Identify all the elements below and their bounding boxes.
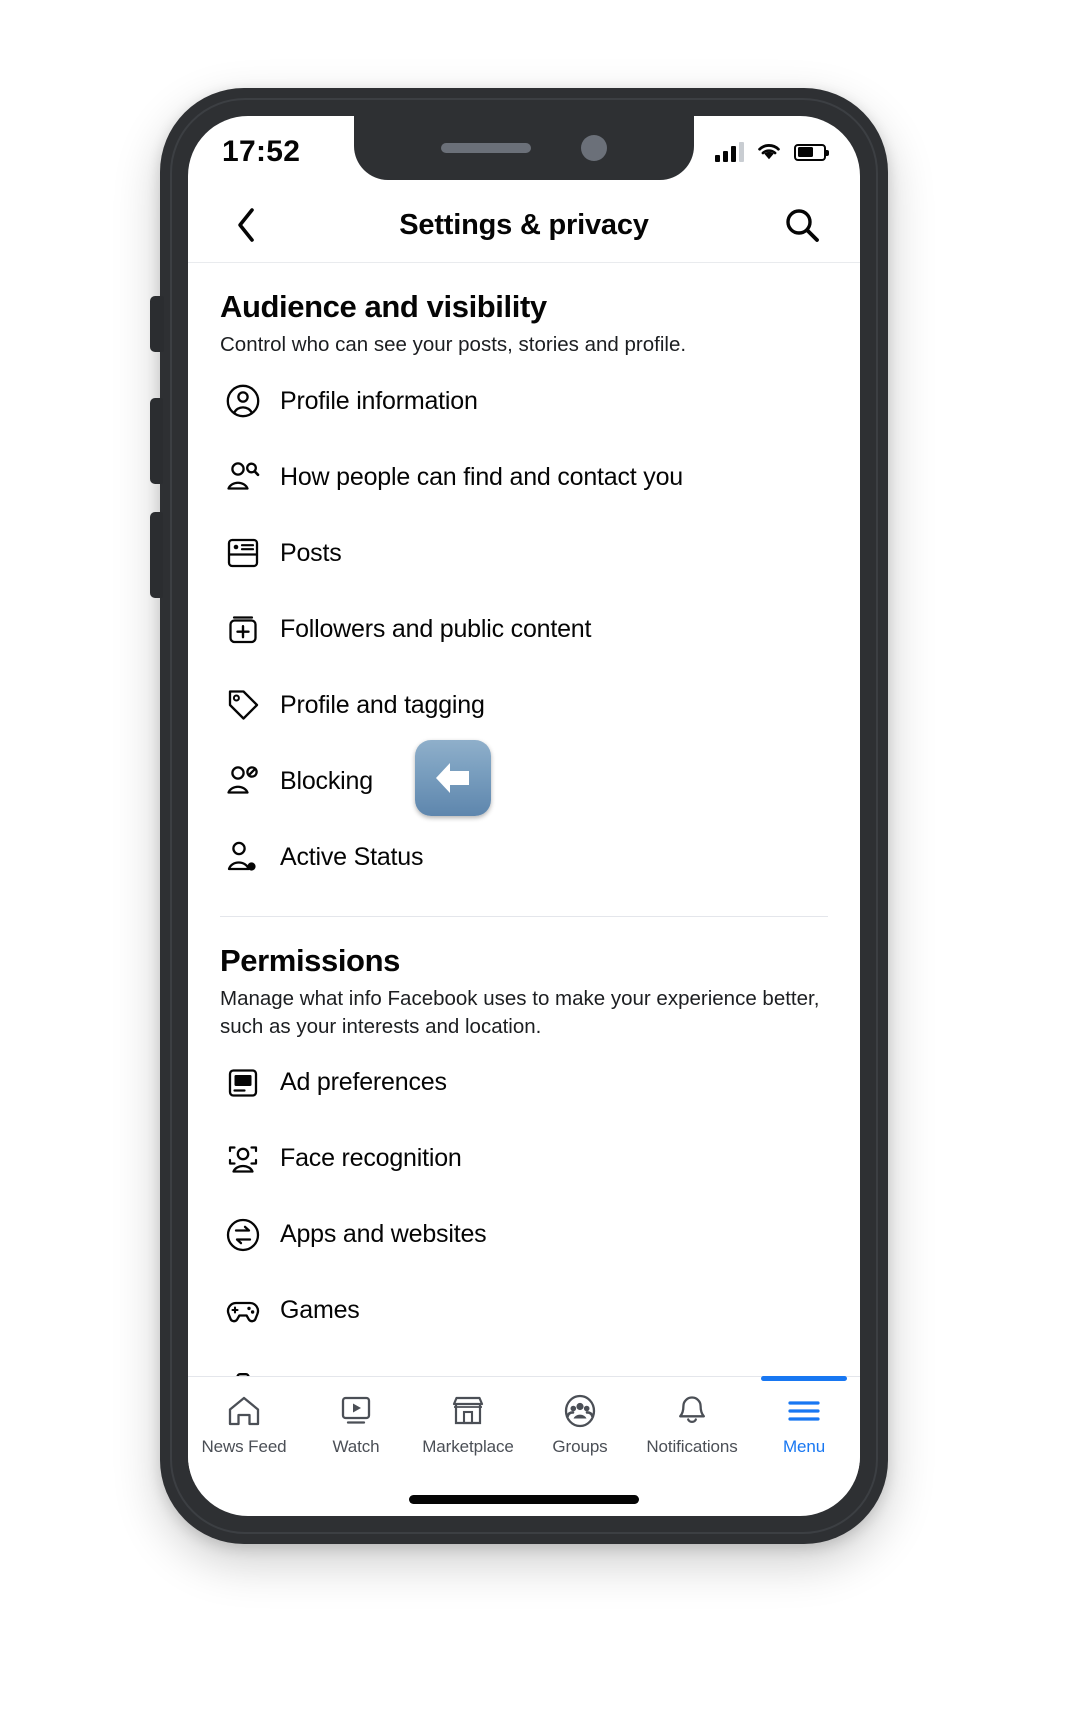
nav-item-menu[interactable]: Menu <box>748 1376 860 1457</box>
settings-list[interactable]: Audience and visibility Control who can … <box>188 263 860 1378</box>
list-item-label: Followers and public content <box>280 614 592 643</box>
phone-screen: 17:52 Settings & privacy Audience and vi… <box>188 116 860 1516</box>
chevron-left-icon <box>238 208 254 242</box>
list-item-games[interactable]: Games <box>220 1278 828 1344</box>
storefront-icon <box>448 1389 488 1433</box>
person-block-icon <box>220 762 266 800</box>
silent-switch[interactable] <box>150 296 164 352</box>
list-item-business-integrations[interactable]: Business integrations <box>220 1354 828 1378</box>
notch <box>354 116 694 180</box>
list-item-label: Blocking <box>280 766 373 795</box>
nav-item-label: Menu <box>782 1437 826 1456</box>
profile-circle-icon <box>220 382 266 420</box>
wifi-icon <box>758 144 780 160</box>
page-title: Settings & privacy <box>399 208 649 241</box>
list-item-followers-and-public-content[interactable]: Followers and public content <box>220 596 828 662</box>
sync-circle-icon <box>220 1216 266 1254</box>
search-icon <box>786 209 819 242</box>
list-item-label: Profile and tagging <box>280 690 485 719</box>
left-arrow-cursor-badge <box>415 740 491 817</box>
phone-frame: 17:52 Settings & privacy Audience and vi… <box>150 88 888 1544</box>
list-item-active-status[interactable]: Active Status <box>220 824 828 890</box>
search-button[interactable] <box>774 197 830 253</box>
hamburger-menu-icon <box>784 1389 824 1433</box>
list-item-label: Ad preferences <box>280 1068 447 1097</box>
list-item-label: Active Status <box>280 842 424 871</box>
back-button[interactable] <box>218 197 274 253</box>
nav-item-marketplace[interactable]: Marketplace <box>412 1377 524 1457</box>
video-play-icon <box>336 1389 376 1433</box>
active-tab-indicator <box>761 1376 847 1381</box>
nav-item-watch[interactable]: Watch <box>300 1377 412 1457</box>
person-search-icon <box>220 458 266 496</box>
section-subtitle: Control who can see your posts, stories … <box>220 333 687 356</box>
section-title: Audience and visibility <box>220 289 547 324</box>
list-item-label: Posts <box>280 538 342 567</box>
list-item-label: Profile information <box>280 386 478 415</box>
nav-item-label: Watch <box>332 1437 380 1456</box>
status-time: 17:52 <box>222 135 301 168</box>
nav-item-label: Marketplace <box>422 1437 514 1456</box>
face-scan-icon <box>220 1140 266 1178</box>
cellular-signal-icon <box>715 142 744 162</box>
list-item-label: Games <box>280 1296 360 1325</box>
list-item-blocking[interactable]: Blocking <box>220 740 828 817</box>
list-item-face-recognition[interactable]: Face recognition <box>220 1126 828 1192</box>
arrow-left-icon <box>436 763 469 794</box>
gamepad-icon <box>220 1292 266 1330</box>
nav-item-label: Notifications <box>646 1437 738 1456</box>
section-header: Permissions Manage what info Facebook us… <box>220 917 828 1040</box>
section-audience-and-visibility: Audience and visibility Control who can … <box>188 263 860 890</box>
list-item-label: Apps and websites <box>280 1220 487 1249</box>
bell-icon <box>672 1389 712 1433</box>
list-item-ad-preferences[interactable]: Ad preferences <box>220 1050 828 1116</box>
person-active-status-icon <box>220 838 266 876</box>
section-title: Permissions <box>220 943 400 979</box>
list-item-profile-and-tagging[interactable]: Profile and tagging <box>220 672 828 738</box>
list-item-label: How people can find and contact you <box>280 462 683 491</box>
section-header: Audience and visibility Control who can … <box>220 263 828 358</box>
list-item-profile-information[interactable]: Profile information <box>220 368 828 434</box>
bottom-navigation-bar: News Feed Watch Marketplace Groups Notif… <box>188 1376 860 1482</box>
nav-item-label: Groups <box>552 1437 608 1456</box>
volume-up-button[interactable] <box>150 398 163 484</box>
list-item-apps-and-websites[interactable]: Apps and websites <box>220 1202 828 1268</box>
home-indicator-bar[interactable] <box>409 1495 639 1504</box>
list-item-label: Face recognition <box>280 1144 462 1173</box>
monitor-icon <box>220 1064 266 1102</box>
app-header: Settings & privacy <box>188 188 860 263</box>
nav-item-groups[interactable]: Groups <box>524 1377 636 1457</box>
section-permissions: Permissions Manage what info Facebook us… <box>188 917 860 1378</box>
list-item-posts[interactable]: Posts <box>220 520 828 586</box>
list-item-how-people-can-find-and-contact-you[interactable]: How people can find and contact you <box>220 444 828 510</box>
earpiece-speaker-icon <box>441 143 531 153</box>
nav-item-news-feed[interactable]: News Feed <box>188 1377 300 1457</box>
section-subtitle: Manage what info Facebook uses to make y… <box>220 987 820 1038</box>
posts-card-icon <box>220 534 266 572</box>
followers-plus-icon <box>220 610 266 648</box>
status-icons <box>715 142 829 162</box>
nav-item-label: News Feed <box>201 1437 287 1456</box>
groups-icon <box>560 1389 600 1433</box>
tag-icon <box>220 686 266 724</box>
home-icon <box>224 1389 264 1433</box>
battery-icon <box>794 143 829 161</box>
volume-down-button[interactable] <box>150 512 163 598</box>
front-camera-icon <box>581 135 607 161</box>
nav-item-notifications[interactable]: Notifications <box>636 1377 748 1457</box>
